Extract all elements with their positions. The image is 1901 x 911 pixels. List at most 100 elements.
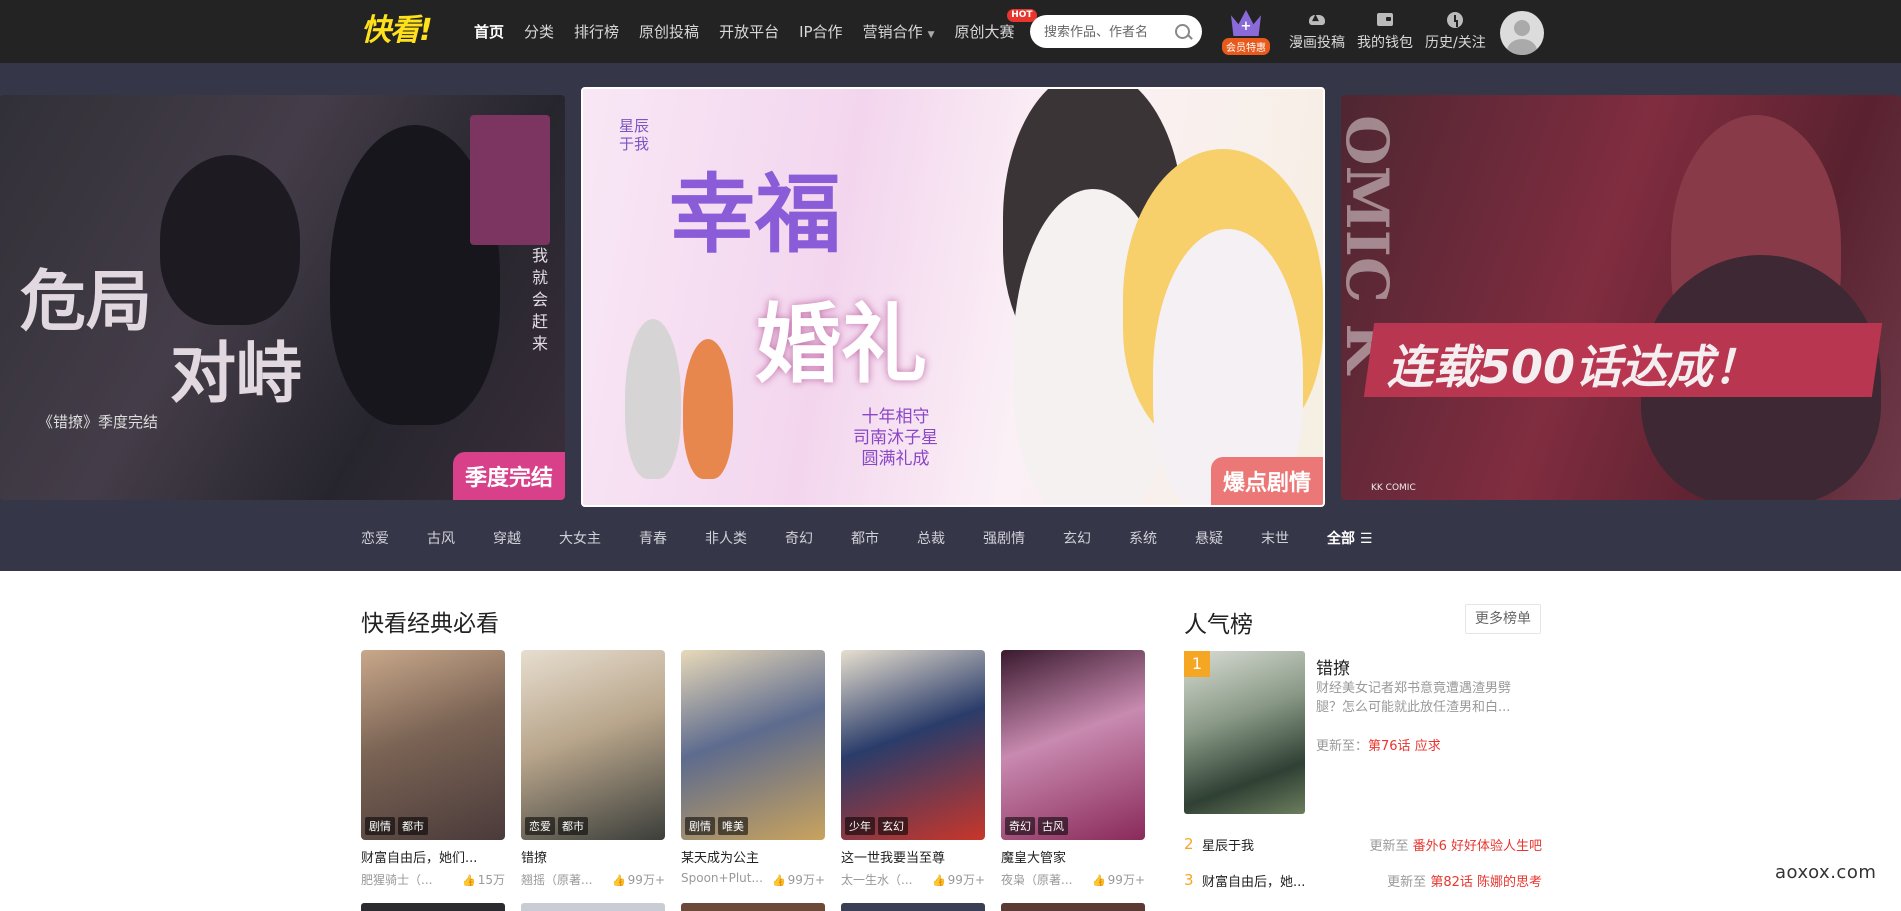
banner-caption-line: 圆满礼成: [861, 449, 930, 469]
category-fantasy[interactable]: 奇幻: [785, 528, 813, 548]
category-time-travel[interactable]: 穿越: [493, 528, 521, 548]
ranking-row-title: 星辰于我: [1202, 838, 1255, 854]
banner-figure: [625, 319, 681, 479]
nav-ip-cooperation[interactable]: IP合作: [799, 21, 842, 42]
genre-tag: 少年: [845, 817, 875, 835]
banner-slide-left[interactable]: 危局 对峙 《错撩》季度完结 我就会赶来 季度完结: [0, 95, 565, 500]
genre-tags: 剧情 唯美: [685, 817, 751, 835]
nav-category[interactable]: 分类: [524, 21, 554, 42]
genre-tag: 玄幻: [878, 817, 908, 835]
comic-likes: 👍 99万+: [1092, 871, 1145, 888]
nav-original-submit[interactable]: 原创投稿: [639, 21, 699, 42]
comic-likes: 👍 99万+: [612, 871, 665, 888]
comic-likes-value: 99万+: [627, 873, 665, 887]
ranking-row-update: 更新至 第82话 陈娜的思考: [1387, 871, 1542, 890]
crown-icon: [1231, 10, 1261, 36]
banner-caption-line: 十年相守: [861, 407, 930, 427]
category-mystery[interactable]: 悬疑: [1195, 528, 1223, 548]
ranking-top-item[interactable]: 1 错撩 财经美女记者郑书意竟遭遇渣男劈腿？怎么可能就此放任渣男和白... 更新…: [1184, 651, 1542, 814]
banner-left-title: 危局 对峙: [20, 265, 302, 409]
comic-likes: 👍 15万: [462, 871, 505, 888]
comic-title: 错撩: [521, 851, 548, 866]
comic-cover[interactable]: [521, 903, 665, 911]
search-icon[interactable]: [1174, 23, 1192, 41]
comic-cover: 剧情 都市: [361, 650, 505, 840]
ranking-row[interactable]: 2 星辰于我 更新至 番外6 好好体验人生吧: [1184, 834, 1542, 854]
category-all[interactable]: 全部 ☰: [1327, 528, 1372, 548]
hot-badge: HOT: [1007, 9, 1037, 22]
comic-meta: 翘摇（原著... 👍 99万+: [521, 871, 665, 888]
category-urban[interactable]: 都市: [851, 528, 879, 548]
wallet-label: 我的钱包: [1357, 35, 1413, 51]
rank-badge: 1: [1184, 651, 1210, 677]
user-avatar[interactable]: [1500, 11, 1544, 55]
category-system[interactable]: 系统: [1129, 528, 1157, 548]
category-filter-row: 恋爱 古风 穿越 大女主 青春 非人类 奇幻 都市 总裁 强剧情 玄幻 系统 悬…: [361, 528, 1410, 548]
thumbs-up-icon: 👍: [611, 874, 626, 887]
kuaikan-logo[interactable]: 快看!: [361, 14, 433, 48]
classics-section-title: 快看经典必看: [361, 611, 499, 637]
comic-cover[interactable]: [361, 903, 505, 911]
comic-title: 这一世我要当至尊: [841, 851, 946, 866]
category-heroine[interactable]: 大女主: [559, 528, 601, 548]
vip-label: 会员特惠: [1222, 38, 1270, 55]
list-icon: ☰: [1359, 531, 1373, 547]
comic-likes-value: 99万+: [1107, 873, 1145, 887]
more-rankings-button[interactable]: 更多榜单: [1465, 604, 1541, 634]
rank-number: 3: [1184, 871, 1194, 889]
update-chapter[interactable]: 第76话 应求: [1368, 739, 1441, 754]
banner-right-headline: 连载500话达成！: [1387, 340, 1760, 394]
comic-cover[interactable]: [681, 903, 825, 911]
comic-card[interactable]: 恋爱 都市 错撩 翘摇（原著... 👍 99万+: [521, 650, 665, 888]
comic-card[interactable]: 奇幻 古风 魔皇大管家 夜枭（原著... 👍 99万+: [1001, 650, 1145, 888]
banner-carousel: 危局 对峙 《错撩》季度完结 我就会赶来 季度完结 星辰于我 幸福 婚礼 十年相…: [0, 63, 1901, 571]
ranking-row-title: 财富自由后，她...: [1202, 874, 1306, 890]
banner-center-caption: 十年相守 司南沐子星 圆满礼成: [853, 407, 938, 470]
category-non-human[interactable]: 非人类: [705, 528, 747, 548]
nav-contest[interactable]: 原创大赛 HOT: [954, 9, 1037, 42]
nav-marketing[interactable]: 营销合作 ▼: [863, 21, 935, 42]
ranking-row[interactable]: 3 财富自由后，她... 更新至 第82话 陈娜的思考: [1184, 870, 1542, 890]
comic-card[interactable]: 剧情 都市 财富自由后，她们... 肥猩骑士（... 👍 15万: [361, 650, 505, 888]
comic-cover[interactable]: [841, 903, 985, 911]
comic-card[interactable]: 剧情 唯美 某天成为公主 Spoon+Plut... 👍 99万+: [681, 650, 825, 888]
banner-slide-center[interactable]: 星辰于我 幸福 婚礼 十年相守 司南沐子星 圆满礼成 爆点剧情: [581, 87, 1325, 507]
banner-slide-right[interactable]: OMIC K 连载500话达成！ KK COMIC: [1341, 95, 1901, 500]
history-button[interactable]: 历史/关注: [1425, 10, 1486, 52]
category-ceo[interactable]: 总裁: [917, 528, 945, 548]
banner-left-title-line: 危局: [20, 262, 152, 340]
banner-left-side-text: 我就会赶来: [532, 246, 549, 353]
comic-likes: 👍 99万+: [932, 871, 985, 888]
banner-center-title-a: 幸福: [669, 164, 841, 265]
category-romance[interactable]: 恋爱: [361, 528, 389, 548]
banner-figure: [683, 339, 733, 479]
category-apocalypse[interactable]: 末世: [1261, 528, 1289, 548]
update-chapter[interactable]: 第82话 陈娜的思考: [1430, 875, 1542, 890]
comic-cover[interactable]: [1001, 903, 1145, 911]
genre-tag: 都市: [398, 817, 428, 835]
category-xuanhuan[interactable]: 玄幻: [1063, 528, 1091, 548]
search-input[interactable]: [1044, 24, 1164, 39]
ranking-top-update: 更新至：第76话 应求: [1316, 735, 1441, 754]
genre-tag: 古风: [1038, 817, 1068, 835]
category-ancient[interactable]: 古风: [427, 528, 455, 548]
site-watermark: aoxox.com: [1775, 862, 1877, 883]
wallet-button[interactable]: 我的钱包: [1357, 10, 1413, 52]
main-nav: 首页 分类 排行榜 原创投稿 开放平台 IP合作 营销合作 ▼ 原创大赛 HOT: [474, 0, 1037, 63]
update-chapter[interactable]: 番外6 好好体验人生吧: [1413, 839, 1542, 854]
update-prefix: 更新至: [1369, 838, 1409, 854]
category-strong-plot[interactable]: 强剧情: [983, 528, 1025, 548]
nav-open-platform[interactable]: 开放平台: [719, 21, 779, 42]
category-youth[interactable]: 青春: [639, 528, 667, 548]
vip-promo[interactable]: 会员特惠: [1219, 10, 1273, 55]
nav-contest-label: 原创大赛: [954, 23, 1015, 41]
banner-left-title-line: 对峙: [170, 334, 302, 412]
comic-card[interactable]: 少年 玄幻 这一世我要当至尊 太一生水（... 👍 99万+: [841, 650, 985, 888]
comic-submit-button[interactable]: 漫画投稿: [1289, 10, 1345, 52]
thumbs-up-icon: 👍: [771, 874, 786, 887]
banner-left-tag: 季度完结: [452, 452, 565, 500]
genre-tags: 奇幻 古风: [1005, 817, 1071, 835]
nav-home[interactable]: 首页: [474, 21, 504, 42]
nav-ranking[interactable]: 排行榜: [574, 21, 619, 42]
ranking-row-update: 更新至 番外6 好好体验人生吧: [1369, 835, 1542, 854]
